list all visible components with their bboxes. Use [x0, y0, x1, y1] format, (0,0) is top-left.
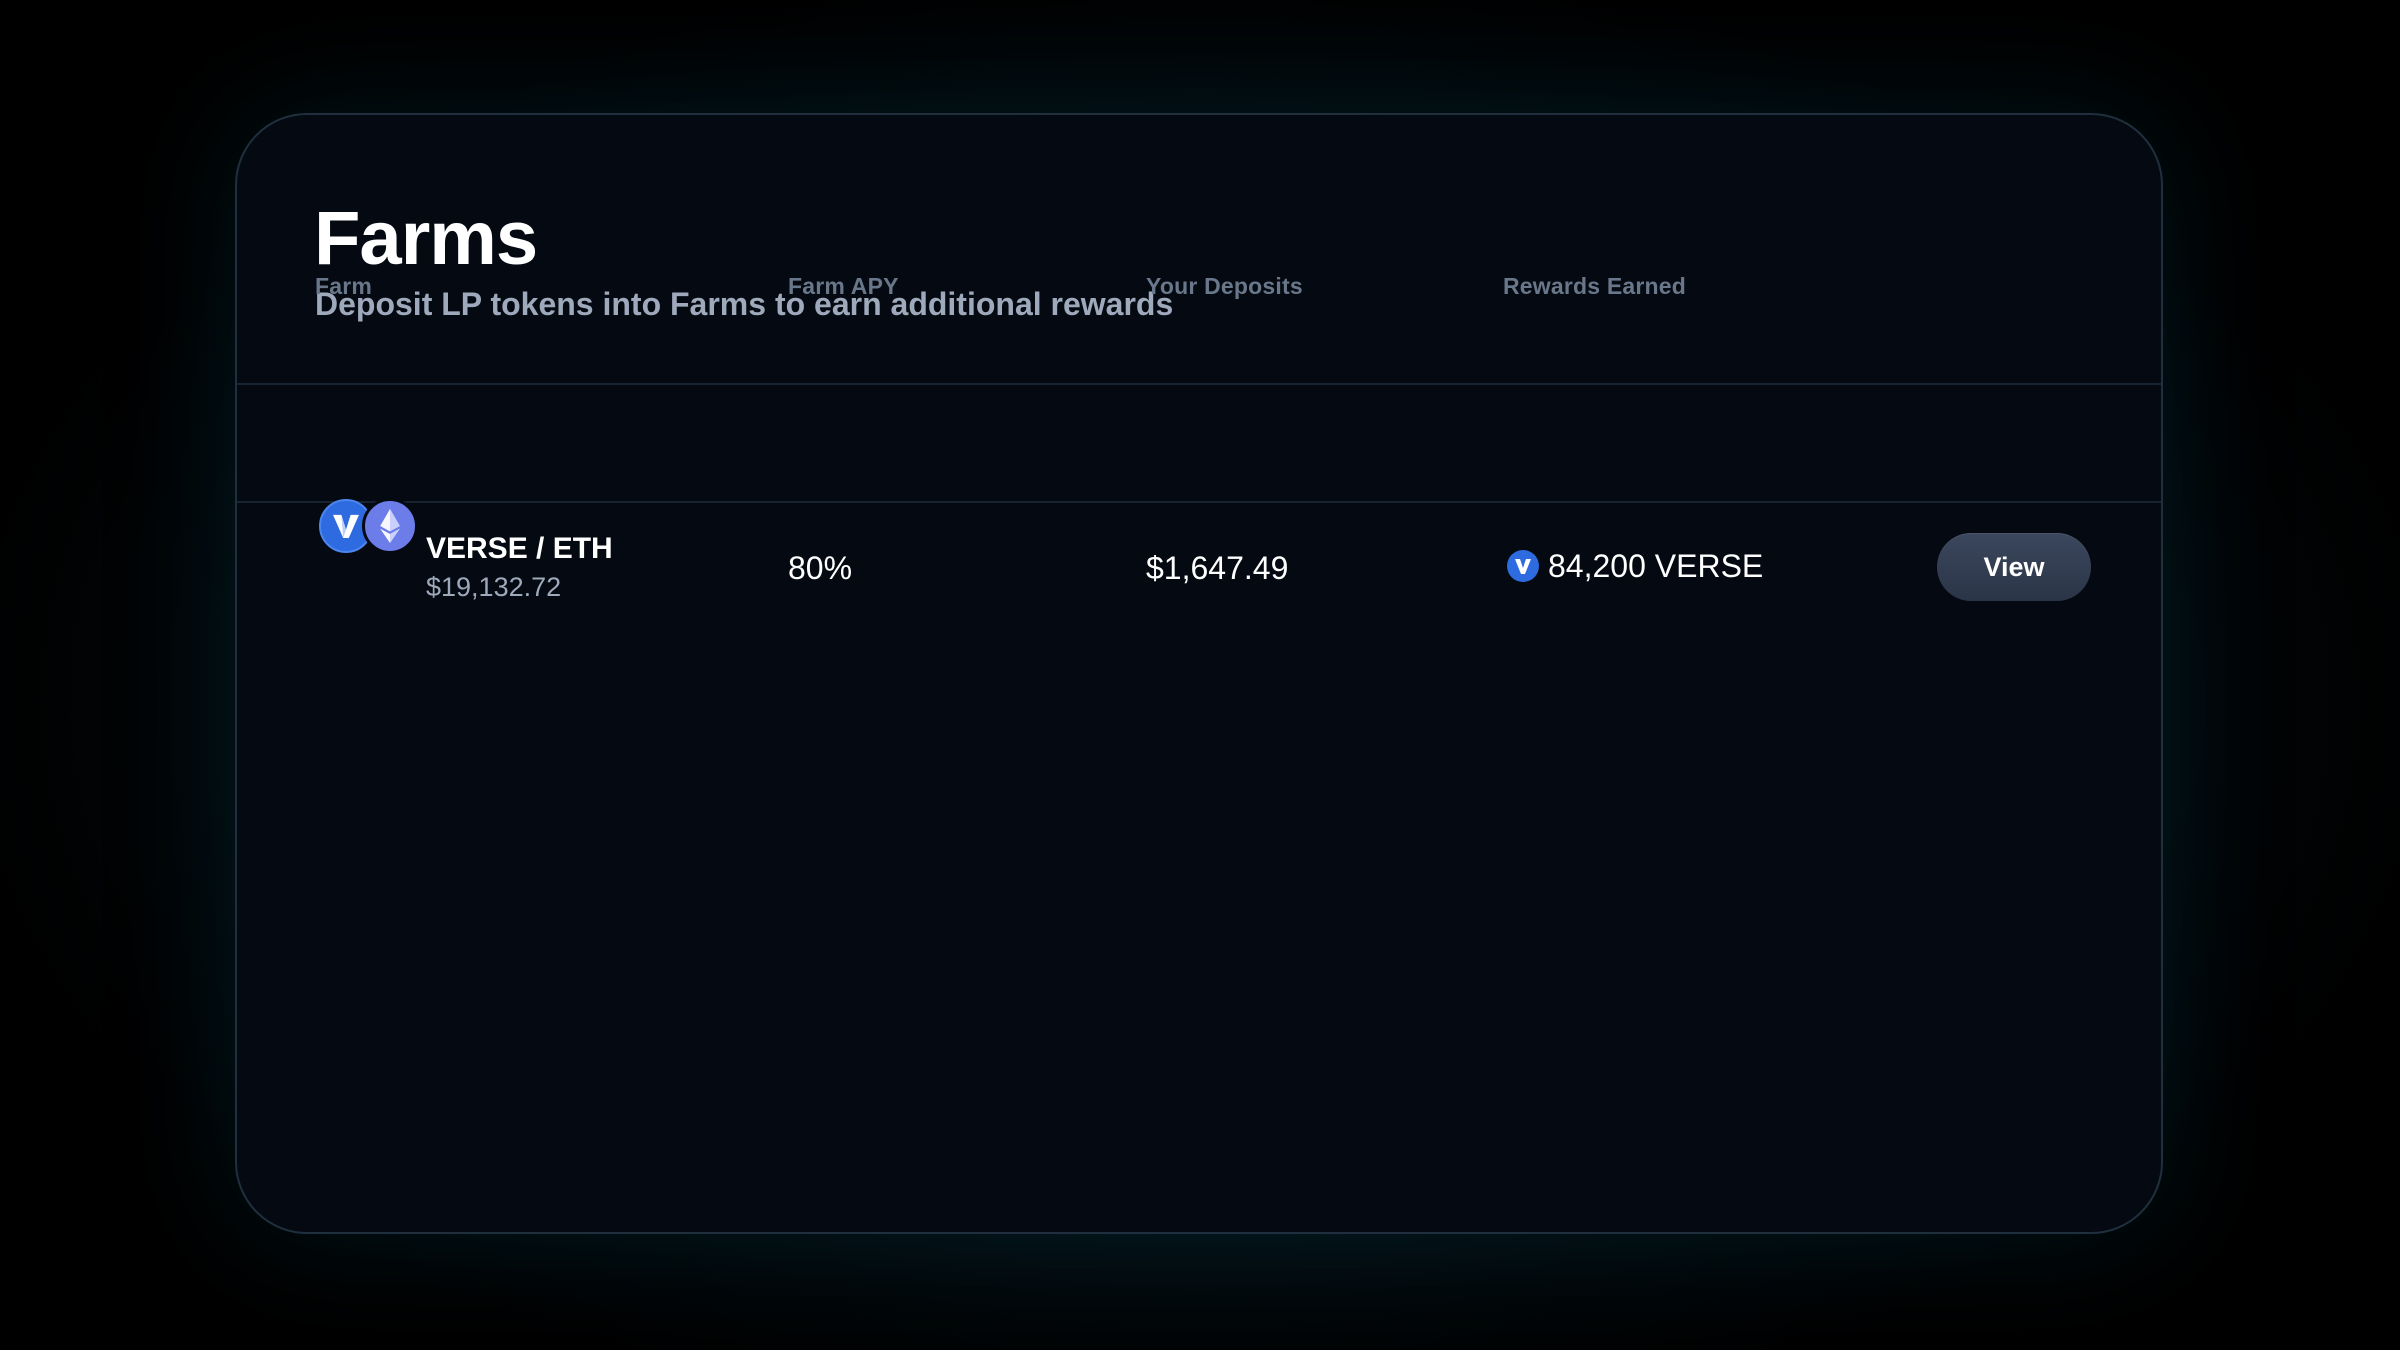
farm-apy-value: 80% [788, 550, 853, 586]
eth-token-icon [362, 498, 418, 554]
column-header-farm-apy: Farm APY [788, 273, 899, 299]
farms-header: Farms Deposit LP tokens into Farms to ea… [237, 115, 2161, 385]
column-header-farm: Farm [315, 273, 373, 299]
page-subtitle: Deposit LP tokens into Farms to earn add… [315, 286, 1174, 322]
column-header-rewards-earned: Rewards Earned [1503, 273, 1687, 299]
farm-pair-name: VERSE / ETH [426, 532, 613, 565]
rewards-earned-value: 84,200 VERSE [1548, 548, 1764, 584]
verse-reward-icon [1507, 550, 1539, 582]
your-deposits-value: $1,647.49 [1146, 550, 1289, 586]
farm-tvl: $19,132.72 [426, 572, 562, 602]
column-header-your-deposits: Your Deposits [1146, 273, 1303, 299]
table-header [237, 385, 2161, 503]
pair-token-icons [319, 498, 418, 555]
view-farm-button[interactable]: View [1937, 533, 2091, 601]
page-title: Farms [314, 196, 538, 281]
farms-card: Farms Deposit LP tokens into Farms to ea… [235, 113, 2163, 1234]
